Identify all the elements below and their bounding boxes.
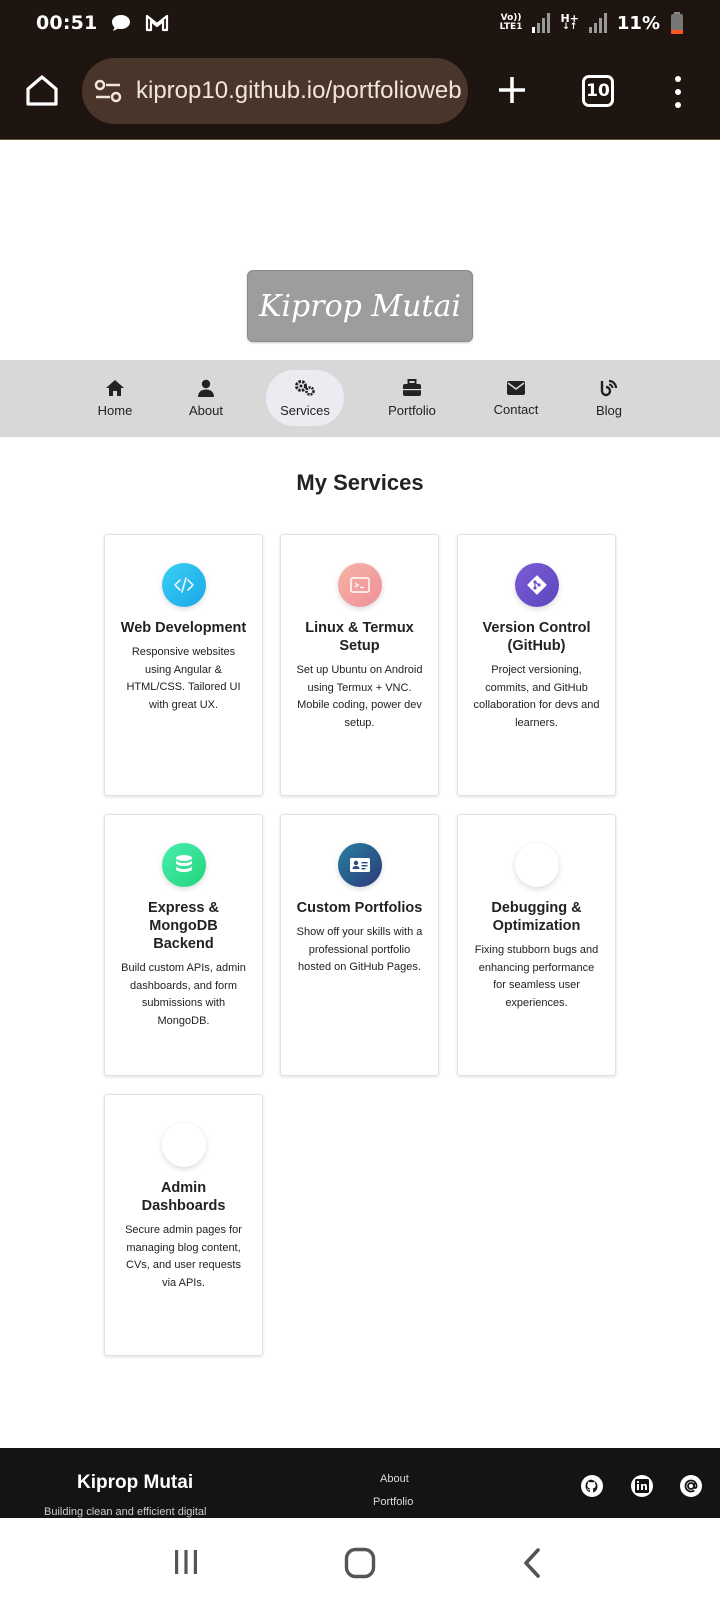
hplus-indicator: H+ ↓↑ xyxy=(560,12,579,32)
browser-menu-icon[interactable] xyxy=(672,76,684,108)
android-navigation-bar xyxy=(0,1518,720,1600)
database-icon xyxy=(161,843,206,887)
home-nav-icon[interactable] xyxy=(344,1547,376,1579)
card-title: Express & MongoDB Backend xyxy=(148,900,219,952)
nav-label: Portfolio xyxy=(388,402,436,418)
nav-item-portfolio[interactable]: Portfolio xyxy=(383,370,441,426)
nav-label: Home xyxy=(97,402,133,418)
signal-icon xyxy=(532,13,551,33)
service-card-version-control: Version Control (GitHub) Project version… xyxy=(457,534,616,796)
blank-icon xyxy=(514,843,559,887)
blank-icon xyxy=(161,1123,206,1167)
service-card-linux-termux: Linux & Termux Setup Set up Ubuntu on An… xyxy=(280,534,439,796)
main-nav: Home About Services Portfolio Contact Bl… xyxy=(0,360,720,437)
nav-item-contact[interactable]: Contact xyxy=(492,370,540,426)
card-title: Admin Dashboards xyxy=(141,1180,226,1214)
card-desc: Secure admin pages for managing blog con… xyxy=(125,1224,242,1289)
card-title: Web Development xyxy=(120,620,247,636)
card-desc: Project versioning, commits, and GitHub … xyxy=(473,664,600,729)
tab-switcher-button[interactable]: 10 xyxy=(582,75,614,107)
blog-icon xyxy=(600,379,618,396)
status-bar: 00:51 Vo)) LTE1 H+ ↓↑ 11% xyxy=(0,0,720,46)
briefcase-icon xyxy=(403,378,421,396)
card-desc: Build custom APIs, admin dashboards, and… xyxy=(121,962,246,1027)
site-logo[interactable]: Kiprop Mutai xyxy=(247,270,473,342)
nav-item-services[interactable]: Services xyxy=(266,370,344,426)
nav-label: Blog xyxy=(595,402,623,418)
card-title: Version Control (GitHub) xyxy=(482,620,591,654)
gears-icon xyxy=(295,379,315,396)
nav-label: Services xyxy=(280,402,330,418)
signal2-icon xyxy=(588,13,607,33)
footer-link-about[interactable]: About xyxy=(380,1473,409,1485)
recent-apps-icon[interactable] xyxy=(172,1548,200,1576)
service-card-web-development: Web Development Responsive websites usin… xyxy=(104,534,263,796)
card-desc: Set up Ubuntu on Android using Termux + … xyxy=(296,664,423,729)
card-title: Custom Portfolios xyxy=(296,900,423,916)
card-desc: Responsive websites using Angular & HTML… xyxy=(126,646,241,711)
home-button-icon[interactable] xyxy=(24,72,60,108)
github-icon[interactable] xyxy=(580,1474,604,1498)
volte-indicator: Vo)) LTE1 xyxy=(499,13,523,32)
footer-name: Kiprop Mutai xyxy=(77,1472,194,1493)
url-text[interactable]: kiprop10.github.io/portfolioweb xyxy=(136,77,462,105)
nav-label: Contact xyxy=(493,401,539,417)
linkedin-icon[interactable] xyxy=(630,1474,654,1498)
back-icon[interactable] xyxy=(522,1548,542,1578)
site-settings-icon[interactable] xyxy=(94,78,122,104)
url-bar[interactable]: kiprop10.github.io/portfolioweb xyxy=(82,58,468,124)
nav-label: About xyxy=(189,402,223,418)
footer-tagline: Building clean and efficient digital xyxy=(44,1506,207,1518)
terminal-icon xyxy=(337,563,382,607)
service-card-express-mongodb: Express & MongoDB Backend Build custom A… xyxy=(104,814,263,1076)
browser-toolbar: kiprop10.github.io/portfolioweb 10 xyxy=(0,46,720,140)
user-icon xyxy=(198,379,214,397)
home-icon xyxy=(106,379,124,396)
at-icon[interactable] xyxy=(679,1474,703,1498)
gmail-icon xyxy=(146,14,169,32)
nav-item-blog[interactable]: Blog xyxy=(589,370,629,426)
service-card-custom-portfolios: Custom Portfolios Show off your skills w… xyxy=(280,814,439,1076)
code-icon xyxy=(161,563,206,607)
service-card-debugging: Debugging & Optimization Fixing stubborn… xyxy=(457,814,616,1076)
status-time: 00:51 xyxy=(36,12,98,34)
chat-icon xyxy=(112,15,131,31)
battery-icon xyxy=(671,12,683,34)
card-title: Debugging & Optimization xyxy=(491,900,582,934)
section-title: My Services xyxy=(296,470,424,495)
card-desc: Show off your skills with a professional… xyxy=(296,926,423,973)
nav-item-about[interactable]: About xyxy=(181,370,231,426)
card-desc: Fixing stubborn bugs and enhancing perfo… xyxy=(474,944,599,1009)
git-icon xyxy=(514,563,559,607)
site-footer: Kiprop Mutai Building clean and efficien… xyxy=(0,1448,720,1518)
card-title: Linux & Termux Setup xyxy=(305,620,414,654)
footer-link-portfolio[interactable]: Portfolio xyxy=(373,1496,413,1508)
nav-item-home[interactable]: Home xyxy=(90,370,140,426)
battery-percent: 11% xyxy=(616,12,660,34)
id-card-icon xyxy=(337,843,382,887)
service-card-admin-dashboards: Admin Dashboards Secure admin pages for … xyxy=(104,1094,263,1356)
new-tab-icon[interactable] xyxy=(496,74,528,106)
envelope-icon xyxy=(507,380,525,395)
